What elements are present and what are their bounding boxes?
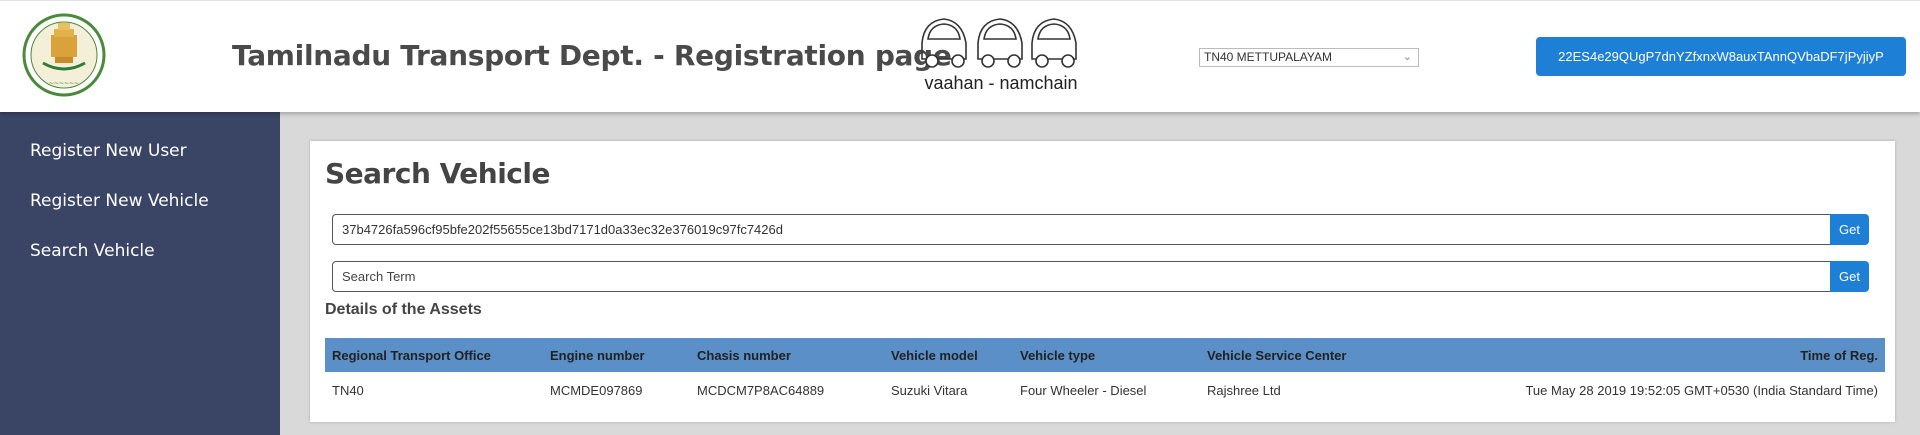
svg-text:~~~~~~: ~~~~~~ (49, 80, 79, 87)
page-title: Search Vehicle (325, 157, 550, 190)
table-cell: TN40 (332, 382, 364, 398)
rto-select-value: TN40 METTUPALAYAM (1204, 50, 1333, 64)
sidebar-item-register-new-user[interactable]: Register New User (30, 141, 187, 161)
sidebar: Register New User Register New Vehicle S… (0, 111, 280, 435)
table-cell: Tue May 28 2019 19:52:05 GMT+0530 (India… (1525, 382, 1878, 398)
column-header: Engine number (543, 338, 690, 372)
account-address-button[interactable]: 22ES4e29QUgP7dnYZfxnxW8auxTAnnQVbaDF7jPy… (1536, 37, 1906, 76)
tamilnadu-emblem-logo: ~~~~~~ (22, 13, 106, 97)
get-hash-button[interactable]: Get (1830, 214, 1869, 245)
vehicle-hash-input[interactable]: 37b4726fa596cf95bfe202f55655ce13bd7171d0… (332, 214, 1841, 245)
top-header: ~~~~~~ Tamilnadu Transport Dept. - Regis… (0, 0, 1920, 112)
sidebar-item-search-vehicle[interactable]: Search Vehicle (30, 241, 155, 261)
column-header: Vehicle model (884, 338, 1013, 372)
table-cell: MCMDE097869 (550, 382, 643, 398)
cars-icon (921, 18, 1077, 68)
get-search-button[interactable]: Get (1830, 261, 1869, 292)
brand-text: vaahan - namchain (924, 73, 1078, 93)
section-title: Details of the Assets (325, 301, 482, 318)
column-header: Regional Transport Office (325, 338, 543, 372)
sidebar-item-register-new-vehicle[interactable]: Register New Vehicle (30, 191, 209, 211)
chevron-down-icon: ⌄ (1402, 51, 1412, 63)
search-vehicle-card: Search Vehicle 37b4726fa596cf95bfe202f55… (310, 141, 1895, 422)
column-header: Time of Reg. (1414, 338, 1885, 372)
vaahan-namchain-logo: vaahan - namchain (918, 15, 1084, 99)
column-header: Vehicle type (1013, 338, 1200, 372)
table-cell: Suzuki Vitara (891, 382, 968, 398)
table-cell: Four Wheeler - Diesel (1020, 382, 1147, 398)
assets-table: Regional Transport Office Engine number … (325, 338, 1885, 408)
table-row: TN40 MCMDE097869 MCDCM7P8AC64889 Suzuki … (325, 372, 1885, 408)
app-title: Tamilnadu Transport Dept. - Registration… (232, 39, 952, 72)
column-header: Chasis number (690, 338, 884, 372)
rto-select[interactable]: TN40 METTUPALAYAM ⌄ (1199, 48, 1419, 67)
table-cell: MCDCM7P8AC64889 (697, 382, 825, 398)
column-header: Vehicle Service Center (1200, 338, 1414, 372)
search-term-input[interactable]: Search Term (332, 261, 1841, 292)
table-header-row: Regional Transport Office Engine number … (325, 338, 1885, 372)
table-cell: Rajshree Ltd (1207, 382, 1281, 398)
